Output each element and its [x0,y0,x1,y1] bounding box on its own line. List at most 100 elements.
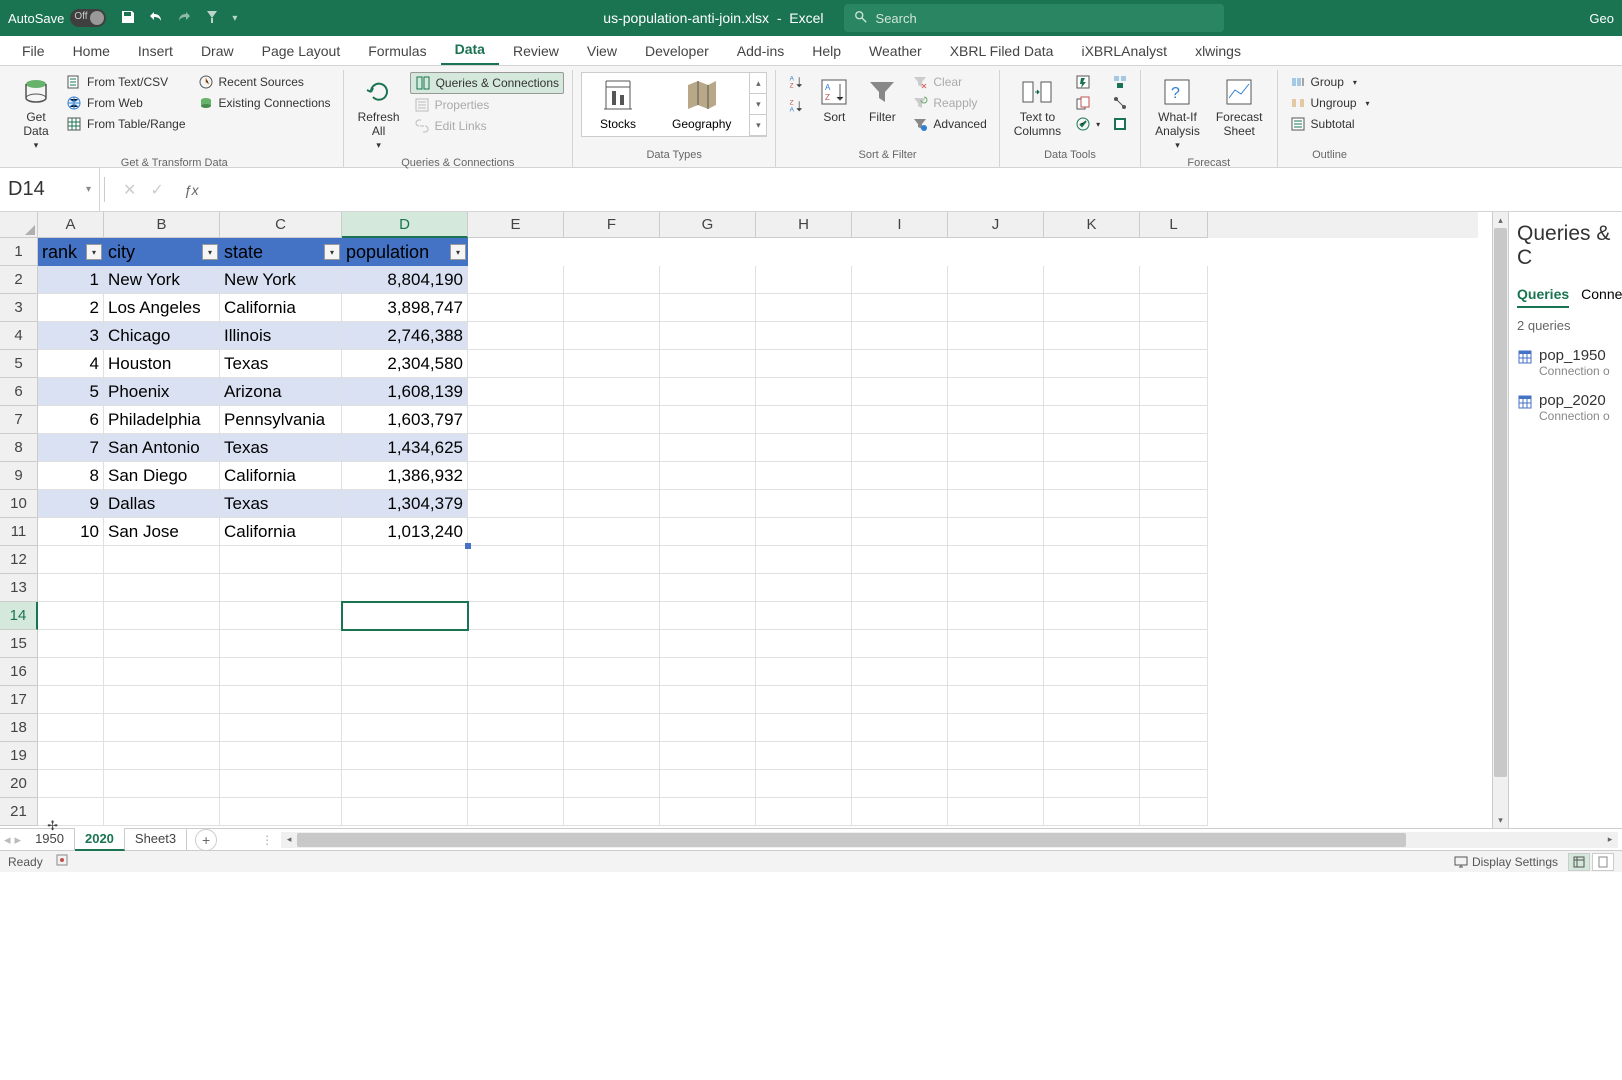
cell[interactable] [948,266,1044,294]
cell[interactable] [852,518,948,546]
row-header-11[interactable]: 11 [0,518,38,546]
col-header-H[interactable]: H [756,212,852,238]
hscroll-track[interactable] [297,832,1602,848]
gallery-down[interactable]: ▾ [750,94,766,115]
table-header-rank[interactable]: rank▾ [38,238,104,266]
cell[interactable] [104,714,220,742]
cell[interactable] [660,742,756,770]
filter-button[interactable]: Filter [860,72,904,128]
tab-file[interactable]: File [8,37,59,65]
col-header-B[interactable]: B [104,212,220,238]
cell[interactable] [1044,574,1140,602]
scroll-up-icon[interactable]: ▴ [1493,212,1508,228]
cell[interactable] [948,378,1044,406]
row-headers[interactable]: 123456789101112131415161718192021 [0,238,38,826]
cell[interactable] [1044,742,1140,770]
cell[interactable] [1140,714,1208,742]
filter-dropdown-icon[interactable]: ▾ [202,244,218,260]
query-item[interactable]: pop_2020Connection o [1517,392,1614,423]
tab-queries[interactable]: Queries [1517,286,1569,308]
cell[interactable]: 1,386,932 [342,462,468,490]
data-model-button[interactable] [1108,114,1132,134]
cell[interactable] [104,658,220,686]
cell[interactable] [756,518,852,546]
cell[interactable] [660,602,756,630]
cell[interactable] [852,350,948,378]
flash-fill-button[interactable] [1071,72,1104,92]
cell[interactable] [948,322,1044,350]
cell[interactable] [342,770,468,798]
cell[interactable] [756,350,852,378]
cell[interactable] [1044,686,1140,714]
cell[interactable] [660,350,756,378]
cell[interactable]: 10 [38,518,104,546]
cell[interactable]: 2,746,388 [342,322,468,350]
cell[interactable] [104,798,220,826]
cell[interactable] [564,294,660,322]
cell[interactable] [948,574,1044,602]
cell[interactable] [1140,350,1208,378]
cell[interactable] [342,602,468,630]
search-input[interactable] [876,11,1214,26]
cell[interactable] [1044,798,1140,826]
cell[interactable]: 8 [38,462,104,490]
col-header-K[interactable]: K [1044,212,1140,238]
row-header-18[interactable]: 18 [0,714,38,742]
cell[interactable] [1140,658,1208,686]
cell[interactable] [564,574,660,602]
sort-asc-button[interactable]: AZ [784,72,808,92]
cell[interactable] [564,546,660,574]
cell[interactable] [1140,798,1208,826]
cell[interactable] [564,434,660,462]
cell[interactable] [852,266,948,294]
cell[interactable] [220,602,342,630]
cell[interactable] [660,798,756,826]
cell[interactable] [756,546,852,574]
select-all-button[interactable] [0,212,38,238]
cell[interactable] [564,490,660,518]
cell[interactable] [756,714,852,742]
tab-ixbrlanalyst[interactable]: iXBRLAnalyst [1067,37,1181,65]
touch-mode-icon[interactable] [204,9,220,28]
cell[interactable] [660,266,756,294]
cell[interactable] [1044,518,1140,546]
cell[interactable] [1044,350,1140,378]
col-header-C[interactable]: C [220,212,342,238]
cell[interactable] [342,630,468,658]
cell[interactable]: 1 [38,266,104,294]
cell[interactable]: 1,608,139 [342,378,468,406]
col-header-L[interactable]: L [1140,212,1208,238]
cell[interactable] [852,462,948,490]
cell[interactable] [660,434,756,462]
cell[interactable] [468,378,564,406]
col-header-A[interactable]: A [38,212,104,238]
cell[interactable]: Dallas [104,490,220,518]
table-header-state[interactable]: state▾ [220,238,342,266]
cell[interactable]: 1,304,379 [342,490,468,518]
account-area[interactable]: Geo [1589,11,1614,26]
cell[interactable]: Pennsylvania [220,406,342,434]
geography-type[interactable]: Geography [654,73,749,136]
cell[interactable] [220,714,342,742]
cell[interactable] [1044,462,1140,490]
cell[interactable] [1044,546,1140,574]
recent-sources-button[interactable]: Recent Sources [194,72,335,92]
cell[interactable] [660,658,756,686]
cell[interactable] [38,714,104,742]
cell[interactable] [564,714,660,742]
cell[interactable] [852,238,948,266]
cell[interactable] [468,462,564,490]
cell[interactable] [660,490,756,518]
cell[interactable] [1140,490,1208,518]
cell[interactable] [104,630,220,658]
cell[interactable] [756,266,852,294]
macro-record-icon[interactable] [55,853,69,870]
cell[interactable] [1140,378,1208,406]
cell[interactable] [948,546,1044,574]
cell[interactable] [756,490,852,518]
cell[interactable] [1140,630,1208,658]
cell[interactable] [220,686,342,714]
cell[interactable] [852,294,948,322]
cell[interactable] [1044,602,1140,630]
cell[interactable] [38,602,104,630]
